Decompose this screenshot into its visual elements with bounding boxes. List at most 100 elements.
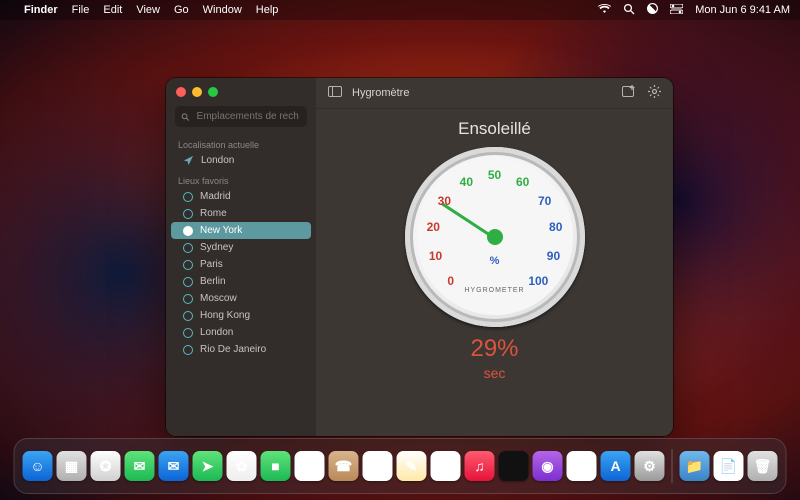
menu-edit[interactable]: Edit	[103, 4, 122, 16]
content-area: Ensoleillé % HYGROMETER 0102030405060708…	[316, 109, 673, 436]
dock-app-safari[interactable]: ✪	[91, 451, 121, 481]
dock-app-settings[interactable]: ⚙	[635, 451, 665, 481]
favorite-item[interactable]: Sydney	[171, 239, 311, 256]
gauge-tick-70: 70	[538, 194, 551, 208]
favorite-label: Sydney	[200, 242, 233, 253]
location-dot-icon	[183, 277, 193, 287]
location-dot-icon	[183, 345, 193, 355]
dock-app-facetime[interactable]: ■	[261, 451, 291, 481]
humidity-reading: 29%	[470, 335, 518, 363]
dock-app-launchpad[interactable]: ▦	[57, 451, 87, 481]
favorite-label: New York	[200, 225, 242, 236]
gauge-tick-30: 30	[438, 194, 451, 208]
dock-app-contacts[interactable]: ☎	[329, 451, 359, 481]
location-dot-icon	[183, 192, 193, 202]
gauge-tick-10: 10	[429, 249, 442, 263]
current-location-label: London	[201, 155, 234, 166]
wifi-icon[interactable]	[598, 4, 611, 17]
weather-condition: Ensoleillé	[458, 119, 531, 139]
do-not-disturb-icon[interactable]	[647, 3, 658, 17]
location-dot-icon	[183, 226, 193, 236]
favorite-item[interactable]: Madrid	[171, 188, 311, 205]
search-field[interactable]	[175, 106, 307, 127]
section-header-favorites: Lieux favoris	[166, 169, 316, 188]
dock-app-podcasts[interactable]: ◉	[533, 451, 563, 481]
menu-go[interactable]: Go	[174, 4, 189, 16]
dock-app-folder[interactable]: 📁	[680, 451, 710, 481]
dock-app-calendar[interactable]: ▦	[295, 451, 325, 481]
location-dot-icon	[183, 294, 193, 304]
dock-app-freeform[interactable]: ✎	[431, 451, 461, 481]
dock-app-notes[interactable]: ✎	[397, 451, 427, 481]
titlebar: Hygromètre	[316, 78, 673, 109]
favorite-item[interactable]: Rio De Janeiro	[171, 341, 311, 358]
menu-help[interactable]: Help	[256, 4, 279, 16]
favorite-item[interactable]: Moscow	[171, 290, 311, 307]
dock-app-messages[interactable]: ✉	[125, 451, 155, 481]
favorite-item[interactable]: Berlin	[171, 273, 311, 290]
sidebar: Localisation actuelle London Lieux favor…	[166, 78, 316, 436]
window-title: Hygromètre	[352, 87, 409, 99]
control-center-icon[interactable]	[670, 4, 683, 17]
search-input[interactable]	[195, 110, 301, 123]
gauge-tick-0: 0	[447, 274, 454, 288]
favorite-item[interactable]: Hong Kong	[171, 307, 311, 324]
favorite-item[interactable]: London	[171, 324, 311, 341]
dock-app-tv[interactable]	[499, 451, 529, 481]
dock-app-reminders[interactable]: ☑	[363, 451, 393, 481]
spotlight-icon[interactable]	[623, 3, 635, 18]
favorite-label: London	[200, 327, 233, 338]
gauge-hub	[487, 229, 503, 245]
desktop: Finder File Edit View Go Window Help Mon Jun …	[0, 0, 800, 500]
dock-app-news[interactable]: N	[567, 451, 597, 481]
current-location-item[interactable]: London	[171, 152, 311, 169]
menubar-clock[interactable]: Mon Jun 6 9:41 AM	[695, 4, 790, 16]
menubar-app-name[interactable]: Finder	[24, 4, 58, 16]
section-header-current: Localisation actuelle	[166, 133, 316, 152]
gauge-tick-80: 80	[549, 220, 562, 234]
search-icon	[181, 112, 190, 122]
gauge-caption: HYGROMETER	[405, 287, 585, 294]
hygrometer-window: Localisation actuelle London Lieux favor…	[166, 78, 673, 436]
dock-app-music[interactable]: ♫	[465, 451, 495, 481]
gauge-tick-90: 90	[547, 249, 560, 263]
dock-app-maps[interactable]: ➤	[193, 451, 223, 481]
dock-separator	[672, 449, 673, 483]
dock-app-mail[interactable]: ✉	[159, 451, 189, 481]
location-arrow-icon	[183, 155, 194, 166]
location-dot-icon	[183, 328, 193, 338]
location-dot-icon	[183, 260, 193, 270]
location-dot-icon	[183, 243, 193, 253]
settings-icon[interactable]	[648, 85, 661, 101]
dock-app-finder[interactable]: ☺	[23, 451, 53, 481]
menu-file[interactable]: File	[72, 4, 90, 16]
favorite-item[interactable]: Rome	[171, 205, 311, 222]
dock-app-photos[interactable]: ✿	[227, 451, 257, 481]
favorite-item[interactable]: New York	[171, 222, 311, 239]
main-panel: Hygromètre Ensoleillé % HYGROMETER	[316, 78, 673, 436]
gauge-tick-60: 60	[516, 175, 529, 189]
favorite-label: Moscow	[200, 293, 237, 304]
dock: ☺▦✪✉✉➤✿■▦☎☑✎✎♫◉NA⚙📁📄🗑	[14, 438, 787, 494]
minimize-button[interactable]	[192, 87, 202, 97]
zoom-button[interactable]	[208, 87, 218, 97]
location-dot-icon	[183, 311, 193, 321]
toggle-sidebar-icon[interactable]	[328, 86, 342, 100]
dock-app-pages[interactable]: 📄	[714, 451, 744, 481]
gauge-tick-40: 40	[460, 175, 473, 189]
close-button[interactable]	[176, 87, 186, 97]
window-controls	[166, 78, 316, 106]
add-location-icon[interactable]	[622, 85, 636, 101]
favorite-label: Madrid	[200, 191, 231, 202]
mac-menubar: Finder File Edit View Go Window Help Mon Jun …	[0, 0, 800, 20]
humidity-label: sec	[484, 365, 506, 381]
menu-view[interactable]: View	[136, 4, 160, 16]
hygrometer-gauge: % HYGROMETER 0102030405060708090100	[405, 147, 585, 327]
gauge-tick-50: 50	[488, 168, 501, 182]
dock-app-trash[interactable]: 🗑	[748, 451, 778, 481]
favorite-item[interactable]: Paris	[171, 256, 311, 273]
favorite-label: Rio De Janeiro	[200, 344, 266, 355]
menu-window[interactable]: Window	[203, 4, 242, 16]
dock-app-appstore[interactable]: A	[601, 451, 631, 481]
favorite-label: Hong Kong	[200, 310, 250, 321]
